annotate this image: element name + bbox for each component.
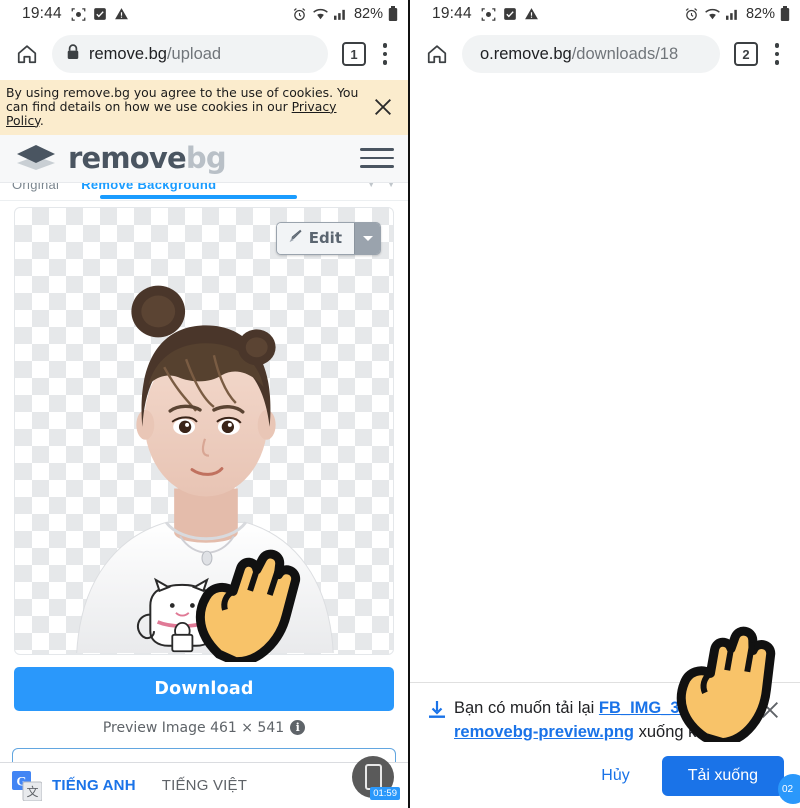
- screen-recorder-bubble[interactable]: 01:59: [352, 756, 400, 800]
- tab-remove-background[interactable]: Remove Background: [81, 183, 216, 193]
- checkbox-icon: [93, 7, 107, 21]
- signal-icon: [333, 7, 349, 21]
- battery-percent-right: 82%: [745, 6, 775, 22]
- warning-icon: [114, 7, 129, 21]
- browser-toolbar-right: o.remove.bg/downloads/18 2: [410, 28, 800, 80]
- left-phone-screen: 19:44 82% remove.bg/upload 1 By using re…: [0, 0, 410, 808]
- removebg-logo-icon: [14, 142, 58, 174]
- alarm-icon-right: [684, 7, 699, 22]
- brush-icon: [286, 228, 303, 249]
- edit-button[interactable]: Edit: [276, 222, 354, 254]
- browser-toolbar-left: remove.bg/upload 1: [0, 28, 408, 80]
- google-translate-icon: G 文: [12, 770, 43, 801]
- download-icon: [420, 697, 454, 720]
- dual-screenshot-container: 19:44 82% remove.bg/upload 1 By using re…: [0, 0, 800, 808]
- pointing-hand-cursor-right: [660, 612, 790, 748]
- chevron-down-icon[interactable]: [354, 222, 380, 254]
- kebab-menu-icon-right[interactable]: [764, 43, 790, 65]
- preview-image-caption: Preview Image 461 × 541 i: [14, 720, 394, 736]
- edit-button-label: Edit: [308, 229, 342, 248]
- cookie-consent-banner: By using remove.bg you agree to the use …: [0, 80, 408, 135]
- google-translate-bar: G 文 TIẾNG ANH TIẾNG VIỆT: [0, 762, 408, 808]
- kebab-menu-icon[interactable]: [372, 43, 398, 65]
- recorder-timer: 01:59: [370, 787, 400, 800]
- battery-icon-right: [780, 6, 790, 22]
- info-icon[interactable]: i: [290, 720, 306, 736]
- lock-icon: [66, 43, 80, 65]
- tab-counter-right[interactable]: 2: [734, 42, 758, 66]
- address-bar[interactable]: remove.bg/upload: [52, 35, 328, 73]
- translate-lang-english[interactable]: TIẾNG ANH: [52, 777, 136, 794]
- confirm-download-button[interactable]: Tải xuống: [661, 756, 784, 796]
- right-phone-screen: 19:44 82% o.remove.bg/downloads/18 2 Bạn…: [410, 0, 800, 808]
- cancel-button[interactable]: Hủy: [589, 759, 641, 793]
- site-header: removebg: [0, 134, 408, 183]
- address-bar-right[interactable]: o.remove.bg/downloads/18: [462, 35, 720, 73]
- tab-original[interactable]: Original: [12, 183, 59, 193]
- close-icon[interactable]: [366, 96, 400, 118]
- translate-lang-vietnamese[interactable]: TIẾNG VIỆT: [162, 777, 247, 794]
- wifi-icon: [312, 7, 329, 21]
- tab-counter[interactable]: 1: [342, 42, 366, 66]
- active-tab-underline: [100, 194, 297, 199]
- chevron-down-icon-2: ▼: [386, 182, 396, 191]
- status-bar-right: 19:44 82%: [410, 0, 800, 28]
- checkbox-icon-right: [503, 7, 517, 21]
- edit-button-group[interactable]: Edit: [275, 221, 381, 255]
- alarm-icon: [292, 7, 307, 22]
- image-mode-tabs: Original Remove Background ▼ ▼: [0, 182, 408, 201]
- download-button[interactable]: Download: [14, 666, 394, 711]
- status-time: 19:44: [22, 5, 62, 22]
- warning-icon-right: [524, 7, 539, 21]
- cookie-banner-text: By using remove.bg you agree to the use …: [6, 85, 359, 128]
- camera-icon-right: [481, 7, 496, 22]
- preview-caption-text: Preview Image 461 × 541: [102, 719, 285, 736]
- home-icon[interactable]: [10, 37, 44, 71]
- battery-percent: 82%: [353, 6, 383, 22]
- status-time-right: 19:44: [432, 5, 472, 22]
- address-bar-text: remove.bg/upload: [89, 44, 222, 63]
- hamburger-icon[interactable]: [360, 148, 394, 169]
- recorder-badge-right: 02: [778, 774, 800, 804]
- wifi-icon-right: [704, 7, 721, 21]
- camera-icon: [71, 7, 86, 22]
- home-icon-right[interactable]: [420, 37, 454, 71]
- chevron-down-icon: ▼: [366, 182, 377, 191]
- status-bar-left: 19:44 82%: [0, 0, 408, 28]
- svg-text:文: 文: [26, 784, 38, 799]
- page-title: removebg: [68, 141, 227, 176]
- battery-icon: [388, 6, 398, 22]
- address-bar-text-right: o.remove.bg/downloads/18: [480, 44, 679, 63]
- signal-icon-right: [725, 7, 741, 21]
- pointing-hand-cursor: [182, 532, 312, 667]
